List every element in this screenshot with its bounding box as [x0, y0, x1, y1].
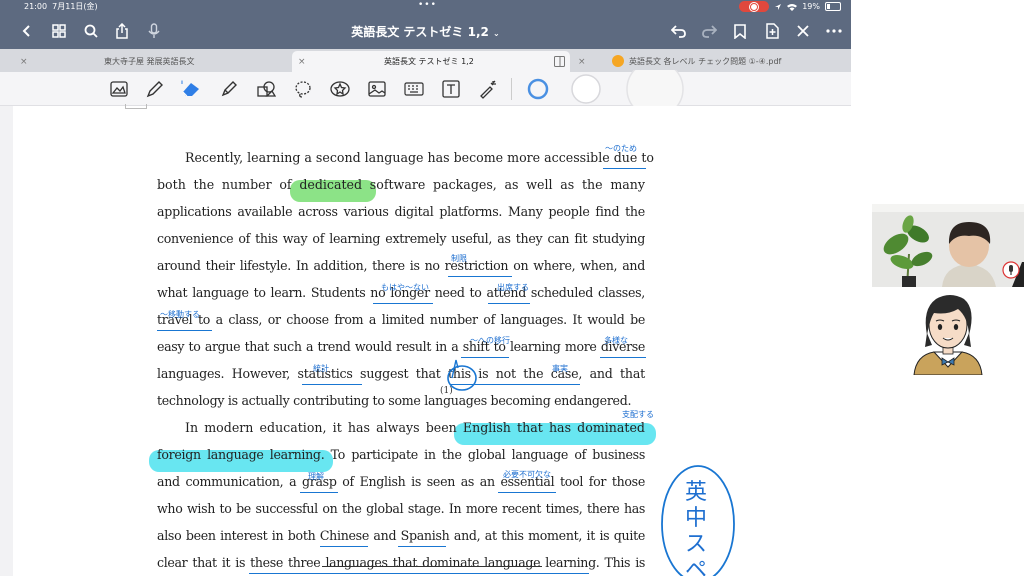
text-line: applications available across various di…: [157, 204, 645, 219]
text-line: clear that it is these three languages t…: [157, 555, 645, 570]
tab-document-3[interactable]: × 英語長文 各レベル チェック問題 ①-④.pdf: [572, 51, 851, 72]
text-box-icon[interactable]: [440, 78, 462, 100]
document-tab-bar: × 東大寺子屋 発展英語長文 × 英語長文 テストゼミ 1,2 × 英語長文 各…: [0, 49, 851, 72]
battery-icon: [825, 2, 841, 11]
underline-due-to: [603, 168, 646, 169]
pdf-file-icon: [612, 55, 624, 67]
document-title[interactable]: 英語長文 テストゼミ 1,2 ⌄: [0, 23, 851, 40]
annotation-statistics: 統計: [313, 364, 329, 373]
underline-travel-to: [157, 330, 212, 331]
text-line: technology is actually contributing to s…: [157, 393, 632, 408]
image-lasso-icon[interactable]: [108, 78, 130, 100]
toolbar-divider: [511, 78, 512, 100]
page-crop-mark: [125, 104, 147, 109]
pen-icon[interactable]: [144, 78, 166, 100]
keyboard-icon[interactable]: [403, 78, 425, 100]
text-line: foreign language learning. To participat…: [157, 447, 645, 462]
underline-statistics: [302, 384, 362, 385]
annotation-essential: 必要不可欠な: [503, 470, 551, 479]
annotation-diverse: 多様な: [604, 336, 628, 345]
tab-document-1[interactable]: × 東大寺子屋 発展英語長文: [0, 51, 290, 72]
shapes-icon[interactable]: [255, 78, 277, 100]
underline-essential: [498, 492, 556, 493]
underline-restriction: [448, 276, 512, 277]
image-icon[interactable]: [366, 78, 388, 100]
underline-spanish: [398, 546, 446, 547]
avatar: [872, 289, 1024, 376]
annotation-no-longer: もはや〜ない: [381, 283, 429, 292]
color-swatch-blue[interactable]: [526, 77, 550, 101]
text-line: Recently, learning a second language has…: [185, 150, 654, 165]
sticker-icon[interactable]: [329, 78, 351, 100]
status-bar: 21:00 7月11日(金) ••• 19%: [0, 0, 851, 14]
text-line: and communication, a grasp of English is…: [157, 474, 645, 489]
color-swatch-clear[interactable]: [623, 70, 687, 108]
undo-icon[interactable]: [670, 22, 688, 40]
text-line: languages. However, statistics suggest t…: [157, 366, 645, 381]
annotation-attend: 出席する: [497, 283, 529, 292]
eraser-icon[interactable]: [180, 78, 202, 100]
tab-close-icon[interactable]: ×: [578, 57, 586, 67]
annotation-dominated: 支配する: [622, 410, 654, 419]
split-view-icon[interactable]: [554, 56, 565, 67]
underline-these-three: [249, 573, 589, 574]
margin-note: 英中スペ: [684, 480, 707, 576]
recording-indicator-icon: [739, 1, 770, 12]
text-line: convenience of this way of learning extr…: [157, 231, 645, 246]
location-icon: [775, 3, 782, 10]
mic-badge-icon: [1002, 261, 1020, 279]
laser-pointer-icon[interactable]: [477, 78, 499, 100]
annotation-toolbar: [0, 70, 851, 108]
tab-close-icon[interactable]: ×: [298, 57, 306, 67]
tab-close-icon[interactable]: ×: [20, 57, 28, 67]
chevron-down-icon[interactable]: ⌄: [493, 29, 500, 38]
annotation-travel-to: 〜移動する: [160, 310, 200, 319]
multitask-dots[interactable]: •••: [418, 0, 437, 10]
text-line: also been interest in both Chinese and S…: [157, 528, 645, 543]
color-swatch-white[interactable]: [570, 73, 602, 105]
underline-diverse: [600, 357, 646, 358]
more-options-icon[interactable]: [825, 22, 843, 40]
text-line: In modern education, it has always been …: [185, 420, 645, 435]
status-time-date: 21:00 7月11日(金): [24, 2, 98, 11]
add-page-icon[interactable]: [763, 22, 781, 40]
tab-document-2[interactable]: × 英語長文 テストゼミ 1,2: [292, 51, 570, 72]
text-line: travel to a class, or choose from a limi…: [157, 312, 645, 327]
redo-icon[interactable]: [700, 22, 718, 40]
text-line: who wish to be successful on the global …: [157, 501, 645, 516]
lasso-icon[interactable]: [292, 78, 314, 100]
highlighter-icon[interactable]: [218, 78, 240, 100]
status-right: 19%: [739, 1, 841, 12]
underline-grasp: [300, 492, 338, 493]
text-line: around their lifestyle. In addition, the…: [157, 258, 645, 273]
battery-percent: 19%: [802, 2, 820, 11]
navigation-bar: 英語長文 テストゼミ 1,2 ⌄: [0, 14, 851, 49]
question-marker: (1): [440, 386, 453, 396]
avatar-illustration: [872, 289, 1024, 376]
text-line: both the number of dedicated software pa…: [157, 177, 645, 192]
annotation-due-to: 〜のため: [605, 144, 637, 153]
underline-attend: [488, 303, 530, 304]
annotation-grasp: 理解: [308, 472, 324, 481]
annotation-case: 事実: [552, 364, 568, 373]
wifi-icon: [787, 3, 798, 11]
bookmark-icon[interactable]: [731, 22, 749, 40]
webcam-feed: [872, 204, 1024, 287]
pdf-viewer-app: 21:00 7月11日(金) ••• 19% 英語長文 テストゼミ 1,2 ⌄: [0, 0, 851, 576]
close-icon[interactable]: [794, 22, 812, 40]
annotation-restriction: 制限: [451, 254, 467, 263]
annotation-shift-to: 〜への移行: [470, 336, 510, 345]
text-line: easy to argue that such a trend would re…: [157, 339, 645, 354]
underline-no-longer: [373, 303, 433, 304]
strikethrough-languages: [322, 566, 542, 567]
underline-chinese: [320, 546, 368, 547]
